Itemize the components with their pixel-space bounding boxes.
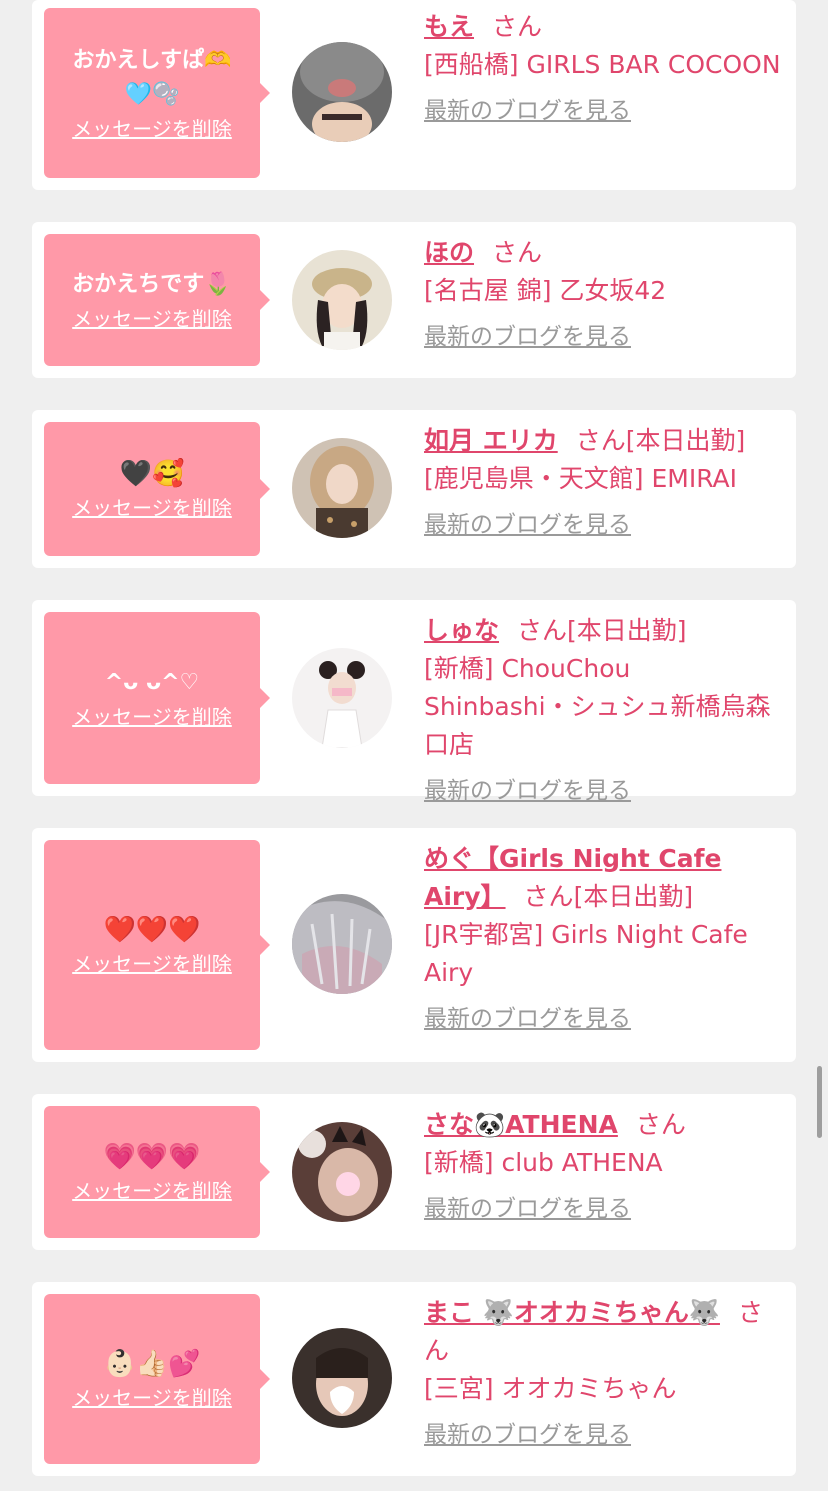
cast-name-link[interactable]: まこ 🐺オオカミちゃん🐺: [424, 1298, 720, 1327]
message-text: おかえしすぱ🫶 🩵🫧: [72, 48, 232, 107]
message-card: おかえちです🌷 メッセージを削除 ほの さん [名古屋 錦] 乙女坂42 最新のブ…: [32, 222, 796, 378]
honorific: さん: [492, 12, 543, 41]
delete-message-button[interactable]: メッセージを削除: [72, 704, 232, 730]
card-info: もえ さん [西船橋] GIRLS BAR COCOON 最新のブログを見る: [424, 8, 784, 130]
hidden-face-avatar[interactable]: [292, 1328, 392, 1428]
scrollbar[interactable]: [817, 1066, 822, 1138]
white-outfit-girl-avatar[interactable]: [292, 648, 392, 748]
delete-message-button[interactable]: メッセージを削除: [72, 1178, 232, 1204]
message-card: 🖤🥰 メッセージを削除 如月 エリカ さん[本日出勤] [鹿児島県・天文館] EM…: [32, 410, 796, 568]
cat-ear-girl-avatar[interactable]: [292, 1122, 392, 1222]
rabbit-hat-avatar[interactable]: [292, 42, 392, 142]
honorific: さん: [492, 238, 543, 267]
card-info: めぐ【Girls Night Cafe Airy】 さん[本日出勤] [JR宇都宮…: [424, 840, 784, 1038]
shop-name: [新橋] ChouChou Shinbashi・シュシュ新橋烏森口店: [424, 654, 771, 759]
shop-name: [西船橋] GIRLS BAR COCOON: [424, 50, 781, 79]
message-card: 👶🏻👍🏻💕 メッセージを削除 まこ 🐺オオカミちゃん🐺 さん [三宮] オオカミち…: [32, 1282, 796, 1476]
message-text: 👶🏻👍🏻💕: [103, 1349, 201, 1379]
latest-blog-link[interactable]: 最新のブログを見る: [424, 92, 784, 130]
honorific: さん: [523, 882, 574, 911]
message-card: 💗💗💗 メッセージを削除 さな🐼ATHENA さん [新橋] club ATHEN…: [32, 1094, 796, 1250]
latest-blog-link[interactable]: 最新のブログを見る: [424, 506, 784, 544]
latest-blog-link[interactable]: 最新のブログを見る: [424, 772, 784, 810]
card-info: しゅな さん[本日出勤] [新橋] ChouChou Shinbashi・シュシュ…: [424, 612, 784, 810]
shop-name: [新橋] club ATHENA: [424, 1148, 663, 1177]
message-card: おかえしすぱ🫶 🩵🫧 メッセージを削除 もえ さん [西船橋] GIRLS BAR…: [32, 0, 796, 190]
card-info: さな🐼ATHENA さん [新橋] club ATHENA 最新のブログを見る: [424, 1106, 784, 1228]
message-bubble: 💗💗💗 メッセージを削除: [44, 1106, 270, 1238]
honorific: さん: [635, 1110, 686, 1139]
latest-blog-link[interactable]: 最新のブログを見る: [424, 1416, 784, 1454]
message-text: ^ᴗ ᴗ^♡: [104, 670, 200, 695]
shop-name: [JR宇都宮] Girls Night Cafe Airy: [424, 920, 748, 987]
latest-blog-link[interactable]: 最新のブログを見る: [424, 1190, 784, 1228]
card-info: ほの さん [名古屋 錦] 乙女坂42 最新のブログを見る: [424, 234, 784, 356]
card-info: まこ 🐺オオカミちゃん🐺 さん [三宮] オオカミちゃん 最新のブログを見る: [424, 1294, 784, 1454]
delete-message-button[interactable]: メッセージを削除: [72, 495, 232, 521]
work-status: [本日出勤]: [567, 616, 687, 645]
delete-message-button[interactable]: メッセージを削除: [72, 951, 232, 977]
delete-message-button[interactable]: メッセージを削除: [72, 116, 232, 142]
cast-name-link[interactable]: 如月 エリカ: [424, 426, 558, 455]
message-bubble: おかえしすぱ🫶 🩵🫧 メッセージを削除: [44, 8, 270, 178]
cast-name-link[interactable]: しゅな: [424, 616, 499, 645]
message-bubble: おかえちです🌷 メッセージを削除: [44, 234, 270, 366]
delete-message-button[interactable]: メッセージを削除: [72, 306, 232, 332]
message-card: ❤️❤️❤️ メッセージを削除 めぐ【Girls Night Cafe Airy…: [32, 828, 796, 1062]
work-status: [本日出勤]: [625, 426, 746, 455]
delete-message-button[interactable]: メッセージを削除: [72, 1385, 232, 1411]
message-text: 🖤🥰: [119, 459, 185, 489]
blonde-girl-avatar[interactable]: [292, 438, 392, 538]
cast-name-link[interactable]: もえ: [424, 12, 474, 41]
work-status: [本日出勤]: [573, 882, 694, 911]
message-text: おかえちです🌷: [72, 272, 232, 297]
message-bubble: 🖤🥰 メッセージを削除: [44, 422, 270, 556]
latest-blog-link[interactable]: 最新のブログを見る: [424, 1000, 784, 1038]
message-bubble: ^ᴗ ᴗ^♡ メッセージを削除: [44, 612, 270, 784]
message-text: ❤️❤️❤️: [103, 915, 201, 945]
message-bubble: 👶🏻👍🏻💕 メッセージを削除: [44, 1294, 270, 1464]
cast-name-link[interactable]: さな🐼ATHENA: [424, 1110, 618, 1139]
message-bubble: ❤️❤️❤️ メッセージを削除: [44, 840, 270, 1050]
shop-name: [名古屋 錦] 乙女坂42: [424, 276, 667, 305]
cast-name-link[interactable]: ほの: [424, 238, 474, 267]
beret-girl-avatar[interactable]: [292, 250, 392, 350]
honorific: さん: [517, 616, 568, 645]
message-card: ^ᴗ ᴗ^♡ メッセージを削除 しゅな さん[本日出勤] [新橋] ChouCho…: [32, 600, 796, 804]
honorific: さん: [575, 426, 626, 455]
card-info: 如月 エリカ さん[本日出勤] [鹿児島県・天文館] EMIRAI 最新のブログを…: [424, 422, 784, 544]
shop-name: [三宮] オオカミちゃん: [424, 1374, 677, 1403]
message-text: 💗💗💗: [103, 1142, 201, 1172]
latest-blog-link[interactable]: 最新のブログを見る: [424, 318, 784, 356]
shop-name: [鹿児島県・天文館] EMIRAI: [424, 464, 738, 493]
gray-hair-avatar[interactable]: [292, 894, 392, 994]
